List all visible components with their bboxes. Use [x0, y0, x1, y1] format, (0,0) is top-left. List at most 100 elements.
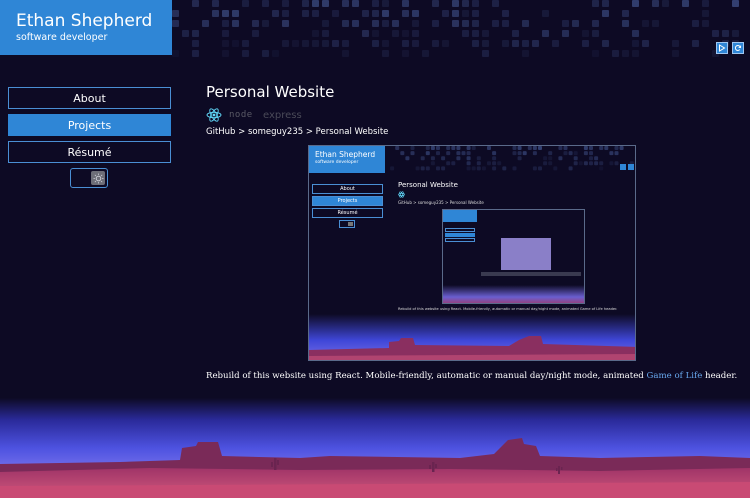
life-cell — [342, 50, 349, 57]
life-cell — [412, 10, 419, 17]
life-cell — [452, 0, 459, 7]
nav-about[interactable]: About — [8, 87, 171, 109]
life-cell — [451, 161, 456, 166]
life-cell — [517, 151, 522, 156]
life-cell — [543, 156, 548, 161]
life-cell — [332, 10, 339, 17]
life-cell — [609, 151, 614, 156]
life-cell — [466, 146, 471, 150]
life-cell — [532, 166, 537, 171]
life-cell — [472, 20, 479, 27]
life-cell — [412, 40, 419, 47]
play-icon — [719, 44, 726, 52]
life-cell — [402, 40, 409, 47]
life-cell — [652, 0, 659, 7]
project-description: Rebuild of this website using React. Mob… — [206, 371, 737, 381]
life-cell — [492, 156, 497, 161]
life-cell — [390, 166, 395, 171]
life-cell — [612, 50, 619, 57]
life-cell — [222, 20, 229, 27]
life-cell — [609, 161, 614, 166]
life-cell — [282, 10, 289, 17]
nested-brand — [443, 210, 477, 222]
life-cell — [312, 30, 319, 37]
life-cell — [222, 30, 229, 37]
life-cell — [592, 50, 599, 57]
nested-landscape — [443, 285, 584, 303]
life-cell — [602, 0, 609, 7]
life-cell — [392, 20, 399, 27]
life-cell — [332, 40, 339, 47]
life-cell — [602, 40, 609, 47]
nested-nav-projects — [445, 233, 475, 237]
life-cell — [594, 161, 599, 166]
screenshot-nav-about: About — [312, 184, 383, 194]
nav-resume[interactable]: Résumé — [8, 141, 171, 163]
react-icon — [206, 107, 222, 123]
life-cell — [192, 0, 199, 7]
life-cell — [522, 151, 527, 156]
day-night-toggle[interactable] — [70, 168, 108, 188]
project-screenshot[interactable]: Ethan Shepherd software developer About … — [308, 145, 636, 361]
life-cell — [282, 20, 289, 27]
life-cell — [342, 40, 349, 47]
life-cell — [502, 10, 509, 17]
life-cell — [242, 40, 249, 47]
life-cell — [548, 156, 553, 161]
life-cell — [222, 10, 229, 17]
game-of-life-link[interactable]: Game of Life — [647, 371, 703, 381]
life-cell — [425, 146, 430, 150]
refresh-button[interactable] — [732, 42, 744, 54]
life-cell — [542, 30, 549, 37]
nav-projects[interactable]: Projects — [8, 114, 171, 136]
breadcrumb[interactable]: GitHub > someguy235 > Personal Website — [206, 127, 388, 137]
life-cell — [222, 40, 229, 47]
life-cell — [532, 40, 539, 47]
life-cell — [422, 50, 429, 57]
life-cell — [512, 40, 519, 47]
life-cell — [372, 0, 379, 7]
desert-landscape-footer — [0, 398, 750, 498]
life-cell — [442, 10, 449, 17]
life-cell — [492, 166, 497, 171]
life-cell — [462, 20, 469, 27]
life-cell — [548, 161, 553, 166]
life-cell — [402, 10, 409, 17]
life-cell — [402, 30, 409, 37]
life-cell — [572, 20, 579, 27]
life-cell — [452, 10, 459, 17]
life-cell — [372, 10, 379, 17]
life-cell — [352, 0, 359, 7]
life-cell — [517, 146, 522, 150]
life-cell — [492, 20, 499, 27]
refresh-icon — [734, 45, 742, 51]
life-cell — [432, 0, 439, 7]
life-cell — [642, 20, 649, 27]
life-cell — [472, 10, 479, 17]
life-cell — [172, 50, 179, 57]
life-cell — [342, 0, 349, 7]
screenshot-toggle — [339, 220, 355, 228]
life-cell — [481, 166, 486, 171]
site-brand[interactable]: Ethan Shepherd software developer — [0, 0, 172, 55]
life-cell — [462, 30, 469, 37]
life-cell — [599, 166, 604, 171]
life-cell — [548, 151, 553, 156]
life-cell — [242, 0, 249, 7]
life-cell — [466, 151, 471, 156]
life-cell — [430, 161, 435, 166]
life-cell — [634, 161, 635, 165]
life-cell — [232, 20, 239, 27]
life-cell — [582, 30, 589, 37]
life-cell — [430, 156, 435, 161]
life-cell — [436, 146, 440, 150]
life-cell — [432, 20, 439, 27]
life-cell — [402, 50, 409, 57]
play-button[interactable] — [716, 42, 728, 54]
life-cell — [542, 10, 549, 17]
node-logo: node — [229, 107, 253, 123]
life-cell — [282, 0, 289, 7]
life-cell — [400, 151, 405, 156]
life-cell — [622, 10, 629, 17]
life-cell — [482, 50, 489, 57]
